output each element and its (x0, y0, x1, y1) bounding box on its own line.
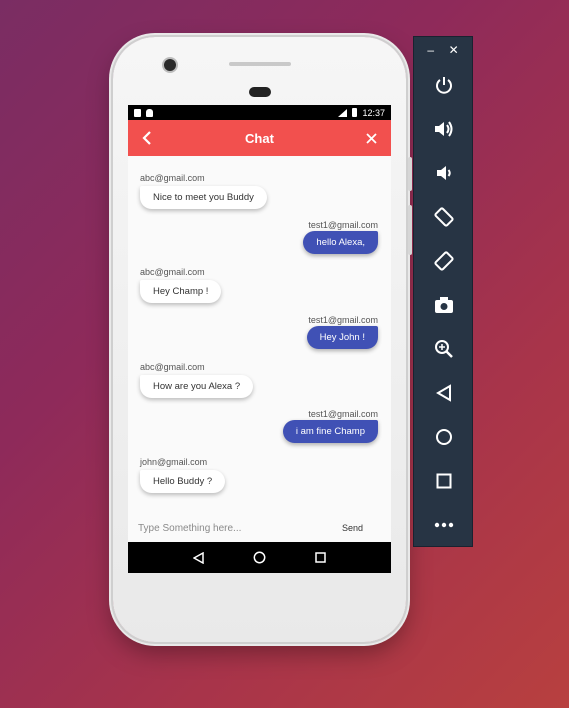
message-sender: john@gmail.com (140, 457, 208, 467)
volume-down-button[interactable] (414, 151, 474, 195)
android-icon (146, 108, 153, 117)
front-camera (164, 59, 176, 71)
overview-button-panel[interactable] (414, 459, 474, 503)
rotate-left-button[interactable] (414, 195, 474, 239)
volume-side-button[interactable] (408, 205, 412, 255)
message-bubble[interactable]: Nice to meet you Buddy (140, 186, 267, 209)
message-bubble[interactable]: How are you Alexa ? (140, 375, 254, 398)
zoom-button[interactable] (414, 327, 474, 371)
send-button[interactable]: Send (342, 523, 381, 533)
more-button[interactable] (414, 503, 474, 547)
message-item: abc@gmail.com Nice to meet you Buddy (140, 173, 267, 209)
volume-up-button[interactable] (414, 107, 474, 151)
message-item: test1@gmail.com hello Alexa, (303, 220, 378, 254)
screenshot-button[interactable] (414, 283, 474, 327)
message-list: abc@gmail.com Nice to meet you Buddy tes… (128, 156, 391, 506)
minimize-button[interactable]: – (427, 43, 434, 57)
more-icon (434, 522, 454, 528)
message-sender: test1@gmail.com (308, 220, 378, 230)
circle-home-icon[interactable] (253, 551, 266, 564)
message-bubble[interactable]: Hey Champ ! (140, 280, 222, 303)
device-screen: 12:37 Chat abc@gmail.com Nice to meet yo… (128, 105, 391, 573)
rotate-left-icon (434, 207, 454, 227)
rotate-right-icon (434, 251, 454, 271)
status-time: 12:37 (362, 107, 385, 118)
close-panel-button[interactable]: ✕ (449, 43, 459, 57)
emulator-control-panel: – ✕ (413, 36, 473, 547)
message-item: test1@gmail.com i am fine Champ (282, 409, 378, 443)
power-button[interactable] (414, 63, 474, 107)
signal-icon (338, 108, 348, 117)
back-button[interactable] (138, 129, 156, 147)
message-item: test1@gmail.com Hey John ! (306, 315, 378, 349)
app-bar: Chat (128, 120, 391, 156)
rotate-right-button[interactable] (414, 239, 474, 283)
battery-icon (352, 108, 358, 117)
home-icon (436, 429, 452, 445)
power-icon (436, 77, 452, 94)
android-nav-bar (128, 542, 391, 573)
sd-card-icon (134, 108, 141, 117)
message-input[interactable] (138, 522, 318, 534)
square-recents-icon[interactable] (315, 552, 327, 563)
message-composer: Send (128, 514, 391, 542)
message-sender: test1@gmail.com (308, 409, 378, 419)
panel-title-bar: – ✕ (414, 37, 472, 63)
triangle-back-icon[interactable] (192, 551, 204, 564)
close-button[interactable] (363, 129, 381, 147)
message-bubble[interactable]: Hello Buddy ? (140, 470, 226, 493)
earpiece-speaker (229, 62, 291, 66)
message-sender: test1@gmail.com (308, 315, 378, 325)
status-bar: 12:37 (128, 105, 391, 120)
message-item: abc@gmail.com Hey Champ ! (140, 267, 222, 303)
zoom-icon (435, 340, 453, 358)
home-button-panel[interactable] (414, 415, 474, 459)
overview-icon (436, 473, 452, 489)
message-bubble[interactable]: Hey John ! (306, 326, 378, 349)
back-icon (436, 384, 451, 402)
message-sender: abc@gmail.com (140, 362, 205, 372)
message-sender: abc@gmail.com (140, 267, 205, 277)
power-side-button[interactable] (408, 157, 412, 191)
message-item: john@gmail.com Hello Buddy ? (140, 457, 226, 493)
message-bubble[interactable]: hello Alexa, (303, 231, 378, 254)
proximity-sensor (249, 87, 271, 97)
volume-up-icon (435, 121, 453, 137)
camera-icon (435, 297, 453, 313)
page-title: Chat (245, 130, 274, 146)
message-item: abc@gmail.com How are you Alexa ? (140, 362, 254, 398)
message-bubble[interactable]: i am fine Champ (282, 420, 378, 443)
close-icon (366, 132, 378, 144)
back-button-panel[interactable] (414, 371, 474, 415)
volume-down-icon (437, 166, 451, 180)
message-sender: abc@gmail.com (140, 173, 205, 183)
chevron-left-icon (142, 131, 151, 145)
